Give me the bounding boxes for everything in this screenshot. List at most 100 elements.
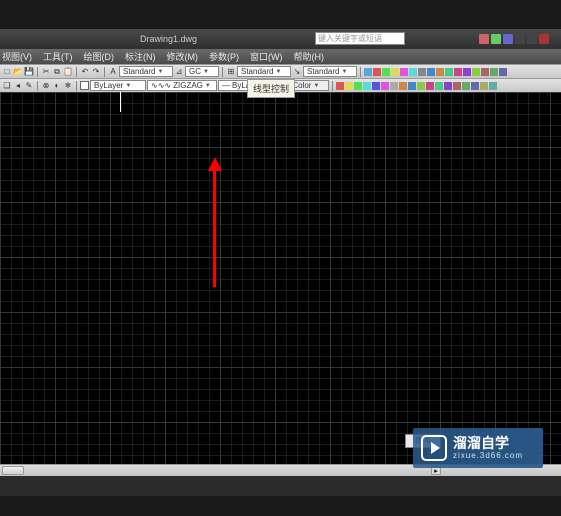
tool-icon[interactable] <box>499 68 507 76</box>
tool-icon[interactable] <box>489 82 497 90</box>
dim-style-value: GC <box>189 67 201 76</box>
freeze-icon[interactable]: ❄ <box>63 81 73 91</box>
tool-icon[interactable] <box>417 82 425 90</box>
text-style-icon[interactable]: A <box>108 67 118 77</box>
menu-modify[interactable]: 修改(M) <box>167 50 199 63</box>
tool-icon[interactable] <box>373 68 381 76</box>
grid <box>0 92 561 476</box>
tool-icon[interactable] <box>480 82 488 90</box>
menu-help[interactable]: 帮助(H) <box>294 50 325 63</box>
layer-prop-icon[interactable]: ✎ <box>24 81 34 91</box>
layer-state-icon[interactable]: ◐ <box>52 81 62 91</box>
menu-bar: 视图(V) 工具(T) 绘图(D) 标注(N) 修改(M) 参数(P) 窗口(W… <box>0 49 561 64</box>
tool-icon[interactable] <box>400 68 408 76</box>
tool-icon[interactable] <box>427 68 435 76</box>
table-style-icon[interactable]: ⊞ <box>226 67 236 77</box>
chevron-down-icon: ▼ <box>205 83 211 89</box>
annotation-arrow <box>211 157 219 287</box>
tool-icon[interactable] <box>463 68 471 76</box>
redo-icon[interactable]: ↷ <box>91 67 101 77</box>
icon-3[interactable] <box>503 34 513 44</box>
color-swatch[interactable] <box>80 81 89 90</box>
icon-1[interactable] <box>479 34 489 44</box>
toolbar-row-1: □ 📂 💾 ✂ ⧉ 📋 ↶ ↷ A Standard ▼ ⊿ GC ▼ ⊞ St… <box>0 64 561 78</box>
mleader-dropdown[interactable]: Standard ▼ <box>303 66 357 77</box>
chevron-down-icon: ▼ <box>125 83 131 89</box>
open-icon[interactable]: 📂 <box>13 67 23 77</box>
menu-tools[interactable]: 工具(T) <box>43 50 73 63</box>
mleader-icon[interactable]: ↘ <box>292 67 302 77</box>
chevron-down-icon: ▼ <box>313 83 319 89</box>
toolbar2-icons-right <box>336 82 497 90</box>
tool-icon[interactable] <box>426 82 434 90</box>
tool-icon[interactable] <box>409 68 417 76</box>
scrollbar-thumb[interactable] <box>2 466 24 475</box>
paste-icon[interactable]: 📋 <box>63 67 73 77</box>
tool-icon[interactable] <box>454 68 462 76</box>
tool-icon[interactable] <box>391 68 399 76</box>
color-value: ByLayer <box>94 81 123 90</box>
tool-icon[interactable] <box>481 68 489 76</box>
tool-icon[interactable] <box>336 82 344 90</box>
search-input[interactable]: 键入关键字或短语 <box>315 32 405 45</box>
chevron-down-icon: ▼ <box>341 69 347 75</box>
tool-icon[interactable] <box>418 68 426 76</box>
color-dropdown[interactable]: ByLayer ▼ <box>90 80 146 91</box>
menu-param[interactable]: 参数(P) <box>209 50 239 63</box>
tool-icon[interactable] <box>471 82 479 90</box>
table-style-dropdown[interactable]: Standard ▼ <box>237 66 291 77</box>
toolbar-icons-right <box>364 68 507 76</box>
match-icon[interactable]: ⊗ <box>41 81 51 91</box>
tool-icon[interactable] <box>372 82 380 90</box>
menu-window[interactable]: 窗口(W) <box>250 50 283 63</box>
title-bar: Drawing1.dwg 键入关键字或短语 <box>0 29 561 49</box>
chevron-down-icon: ▼ <box>203 69 209 75</box>
tool-icon[interactable] <box>390 82 398 90</box>
tool-icon[interactable] <box>435 82 443 90</box>
close-icon[interactable] <box>539 34 549 44</box>
tool-icon[interactable] <box>436 68 444 76</box>
menu-draw[interactable]: 绘图(D) <box>84 50 115 63</box>
watermark-url: zixue.3d66.com <box>453 451 523 460</box>
text-style-dropdown[interactable]: Standard ▼ <box>119 66 173 77</box>
layer-icon[interactable]: ❑ <box>2 81 12 91</box>
menu-dim[interactable]: 标注(N) <box>125 50 156 63</box>
tool-icon[interactable] <box>345 82 353 90</box>
watermark-brand: 溜溜自学 <box>453 436 523 451</box>
minimize-icon[interactable] <box>515 34 525 44</box>
save-icon[interactable]: 💾 <box>24 67 34 77</box>
tool-icon[interactable] <box>363 82 371 90</box>
chevron-down-icon: ▼ <box>157 69 163 75</box>
linetype-preview: ∿∿∿ <box>151 81 171 90</box>
undo-icon[interactable]: ↶ <box>80 67 90 77</box>
tool-icon[interactable] <box>453 82 461 90</box>
window-controls <box>479 34 549 44</box>
tool-icon[interactable] <box>354 82 362 90</box>
linetype-value: ZIGZAG <box>173 81 203 90</box>
menu-view[interactable]: 视图(V) <box>2 50 32 63</box>
cut-icon[interactable]: ✂ <box>41 67 51 77</box>
tool-icon[interactable] <box>445 68 453 76</box>
tool-icon[interactable] <box>408 82 416 90</box>
drawing-canvas[interactable]: 模 布 <box>0 92 561 476</box>
tool-icon[interactable] <box>472 68 480 76</box>
layer-prev-icon[interactable]: ◂ <box>13 81 23 91</box>
tool-icon[interactable] <box>381 82 389 90</box>
maximize-icon[interactable] <box>527 34 537 44</box>
tool-icon[interactable] <box>364 68 372 76</box>
play-icon <box>421 435 447 461</box>
crosshair-vertical <box>120 92 121 112</box>
tool-icon[interactable] <box>462 82 470 90</box>
tool-icon[interactable] <box>382 68 390 76</box>
copy-icon[interactable]: ⧉ <box>52 67 62 77</box>
linetype-dropdown[interactable]: ∿∿∿ ZIGZAG ▼ <box>147 80 217 91</box>
tool-icon[interactable] <box>490 68 498 76</box>
new-icon[interactable]: □ <box>2 67 12 77</box>
icon-2[interactable] <box>491 34 501 44</box>
dim-style-icon[interactable]: ⊿ <box>174 67 184 77</box>
tool-icon[interactable] <box>399 82 407 90</box>
tool-icon[interactable] <box>444 82 452 90</box>
document-title: Drawing1.dwg <box>140 34 197 44</box>
chevron-down-icon: ▼ <box>275 69 281 75</box>
dim-style-dropdown[interactable]: GC ▼ <box>185 66 219 77</box>
